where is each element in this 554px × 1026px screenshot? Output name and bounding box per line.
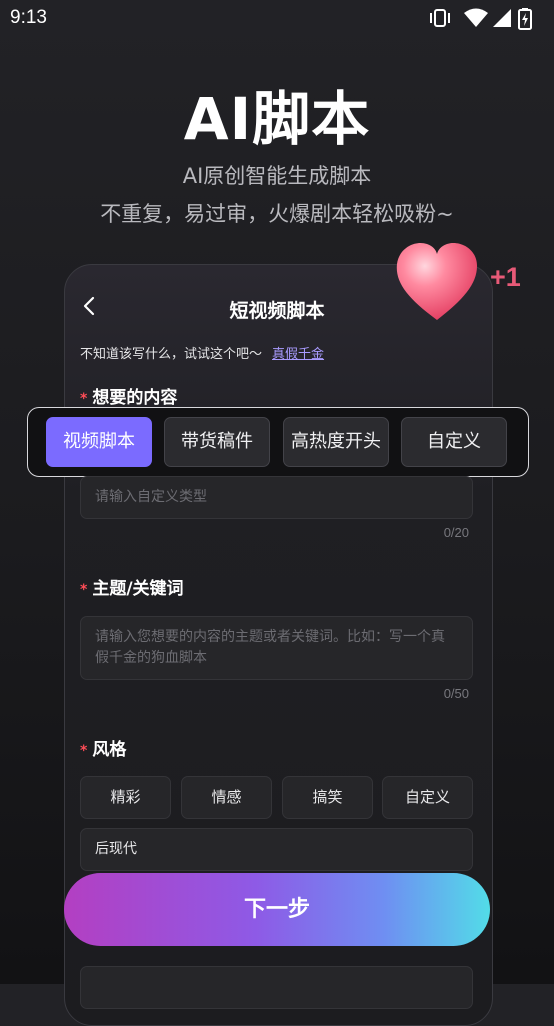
- tab-hot-opening[interactable]: 高热度开头: [283, 417, 389, 467]
- hero-title: AI脚本: [183, 85, 371, 153]
- status-time: 9:13: [10, 7, 47, 28]
- custom-type-input[interactable]: 请输入自定义类型: [80, 476, 473, 519]
- battery-icon: [518, 8, 532, 30]
- style-chip-exciting[interactable]: 精彩: [80, 776, 171, 819]
- hint-row: 不知道该写什么，试试这个吧～ 真假千金: [80, 343, 324, 362]
- required-mark: *: [80, 391, 88, 407]
- hero-subtitle-line1: AI原创智能生成脚本: [182, 164, 372, 188]
- style-chip-funny[interactable]: 搞笑: [282, 776, 373, 819]
- hint-suggestion-link[interactable]: 真假千金: [272, 347, 324, 362]
- content-label-text: 想要的内容: [92, 388, 178, 408]
- tab-sales-copy[interactable]: 带货稿件: [164, 417, 270, 467]
- topic-keyword-input[interactable]: 请输入您想要的内容的主题或者关键词。比如：写一个真假千金的狗血脚本: [80, 616, 473, 680]
- required-mark: *: [80, 582, 88, 598]
- topic-label-text: 主题/关键词: [92, 579, 184, 599]
- topic-counter: 0/50: [443, 686, 469, 701]
- plus-one-badge: +1: [490, 262, 521, 292]
- custom-style-input[interactable]: 后现代: [80, 828, 473, 871]
- hero-subtitle-line2: 不重复，易过审，火爆剧本轻松吸粉~: [100, 202, 454, 226]
- required-mark: *: [80, 743, 88, 759]
- vibrate-icon: [430, 9, 450, 27]
- card-title: 短视频脚本: [229, 300, 325, 322]
- tab-custom[interactable]: 自定义: [401, 417, 507, 467]
- style-label: * 风格: [80, 735, 126, 760]
- next-step-button[interactable]: 下一步: [64, 873, 490, 946]
- status-bar: 9:13: [0, 0, 554, 38]
- style-chip-custom[interactable]: 自定义: [382, 776, 473, 819]
- content-label: * 想要的内容: [80, 383, 177, 408]
- hint-text: 不知道该写什么，试试这个吧～: [80, 347, 263, 362]
- wifi-icon: [464, 8, 488, 27]
- style-chip-emotional[interactable]: 情感: [181, 776, 272, 819]
- next-field-partial[interactable]: [80, 966, 473, 1009]
- signal-icon: [493, 9, 511, 27]
- tab-video-script[interactable]: 视频脚本: [46, 417, 152, 467]
- content-type-tabs: 视频脚本 带货稿件 高热度开头 自定义: [27, 407, 529, 477]
- topic-label: * 主题/关键词: [80, 574, 184, 599]
- style-label-text: 风格: [92, 740, 127, 760]
- custom-type-counter: 0/20: [443, 525, 469, 540]
- status-icons: [428, 8, 540, 30]
